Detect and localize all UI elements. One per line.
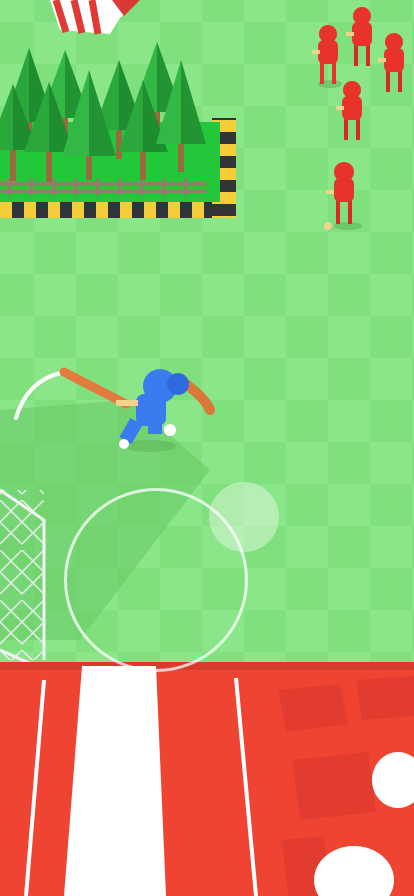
base-area — [0, 662, 414, 896]
joystick-knob[interactable] — [209, 482, 279, 552]
game-scene — [0, 0, 414, 896]
white-lane — [64, 666, 166, 896]
fence-goal — [0, 488, 46, 670]
